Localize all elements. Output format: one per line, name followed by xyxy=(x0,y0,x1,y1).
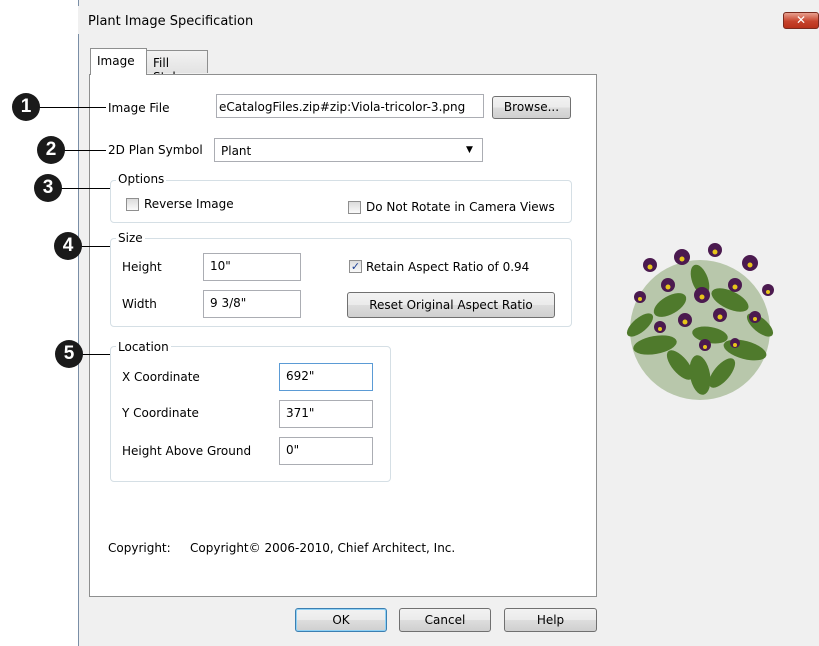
callout-3-leader xyxy=(58,188,110,189)
close-button[interactable]: ✕ xyxy=(783,12,819,29)
options-group-title: Options xyxy=(116,172,167,186)
do-not-rotate-label[interactable]: Do Not Rotate in Camera Views xyxy=(366,200,555,214)
copyright-label: Copyright: xyxy=(108,541,171,555)
tab-image[interactable]: Image xyxy=(90,48,147,75)
y-coordinate-label: Y Coordinate xyxy=(122,406,199,420)
reverse-image-checkbox[interactable] xyxy=(126,198,139,211)
height-input[interactable]: 10" xyxy=(203,253,301,281)
plan-symbol-value: Plant xyxy=(221,144,252,158)
callout-4-leader xyxy=(80,246,110,247)
help-button[interactable]: Help xyxy=(504,608,597,632)
x-coordinate-input[interactable]: 692" xyxy=(279,363,373,391)
retain-aspect-checkbox[interactable]: ✓ xyxy=(349,260,362,273)
width-input[interactable]: 9 3/8" xyxy=(203,290,301,318)
tab-fill-style[interactable]: Fill Style xyxy=(146,50,208,84)
location-group-title: Location xyxy=(116,340,171,354)
callout-2-marker: 2 xyxy=(37,136,65,164)
plant-preview-image xyxy=(626,243,774,400)
callout-5-marker: 5 xyxy=(55,340,83,368)
copyright-value: Copyright© 2006-2010, Chief Architect, I… xyxy=(190,541,456,555)
do-not-rotate-checkbox[interactable] xyxy=(348,201,361,214)
ok-button[interactable]: OK xyxy=(295,608,387,632)
plan-symbol-label: 2D Plan Symbol xyxy=(108,143,203,157)
dialog-title: Plant Image Specification xyxy=(88,14,254,29)
y-coordinate-input[interactable]: 371" xyxy=(279,400,373,428)
callout-1-marker: 1 xyxy=(12,93,40,121)
callout-3-marker: 3 xyxy=(34,174,62,202)
reverse-image-label[interactable]: Reverse Image xyxy=(144,197,234,211)
image-file-label: Image File xyxy=(108,101,170,115)
image-file-input[interactable]: eCatalogFiles.zip#zip:Viola-tricolor-3.p… xyxy=(216,94,484,118)
callout-5-leader xyxy=(80,354,110,355)
retain-aspect-label[interactable]: Retain Aspect Ratio of 0.94 xyxy=(366,260,529,274)
callout-4-marker: 4 xyxy=(54,232,82,260)
cancel-button[interactable]: Cancel xyxy=(399,608,491,632)
height-above-ground-label: Height Above Ground xyxy=(122,444,252,458)
chevron-down-icon[interactable]: ▼ xyxy=(466,145,473,155)
browse-button[interactable]: Browse... xyxy=(492,96,571,119)
size-group-title: Size xyxy=(116,231,145,245)
x-coordinate-label: X Coordinate xyxy=(122,370,200,384)
callout-2-leader xyxy=(60,150,106,151)
width-label: Width xyxy=(122,297,157,311)
height-above-ground-input[interactable]: 0" xyxy=(279,437,373,465)
callout-1-leader xyxy=(30,107,106,108)
height-label: Height xyxy=(122,260,162,274)
plan-symbol-select[interactable]: Plant xyxy=(214,138,483,162)
reset-aspect-button[interactable]: Reset Original Aspect Ratio xyxy=(347,292,555,318)
